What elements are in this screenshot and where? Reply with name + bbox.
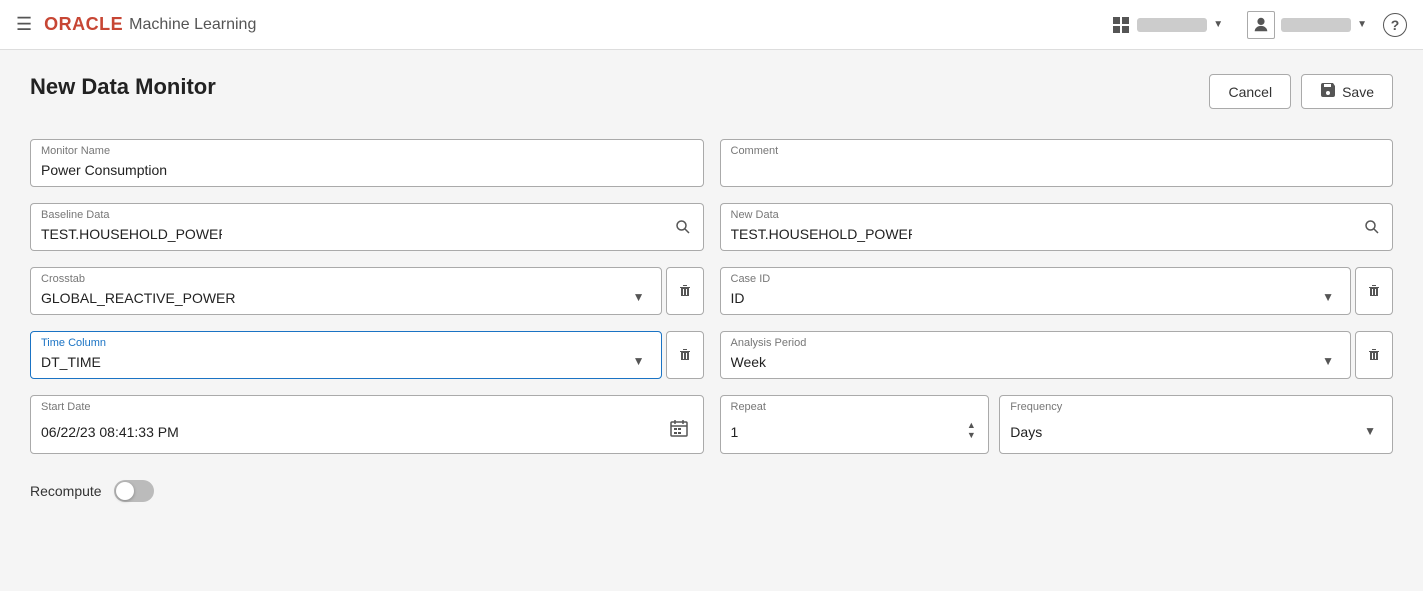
save-button[interactable]: Save [1301,74,1393,109]
crosstab-label: Crosstab [41,273,85,285]
frequency-label: Frequency [1010,401,1062,413]
page-header: New Data Monitor Cancel Save [30,74,1393,109]
apps-button[interactable]: ▼ [1103,11,1231,39]
analysis-period-delete-button[interactable] [1355,331,1393,379]
analysis-period-label: Analysis Period [731,337,807,349]
repeat-stepper-controls: ▲ ▼ [964,421,978,440]
page-title: New Data Monitor [30,74,216,100]
analysis-period-input[interactable] [731,354,1317,370]
page-content: New Data Monitor Cancel Save Monitor Nam… [0,50,1423,526]
repeat-decrement-button[interactable]: ▼ [964,431,978,440]
trash-icon [1366,347,1382,363]
user-menu-button[interactable]: ▼ [1247,11,1367,39]
recompute-toggle[interactable] [114,480,154,502]
save-label: Save [1342,84,1374,100]
save-disk-icon [1320,82,1336,101]
monitor-name-field: Monitor Name [30,139,704,187]
trash-icon [677,283,693,299]
apps-chevron-icon: ▼ [1213,19,1223,30]
monitor-name-label: Monitor Name [41,145,110,157]
analysis-period-dropdown: Analysis Period ▼ [720,331,1352,379]
analysis-period-field: Analysis Period ▼ [720,331,1394,379]
time-column-field: Time Column ▼ [30,331,704,379]
new-data-field: New Data [720,203,1394,251]
baseline-data-label: Baseline Data [41,209,110,221]
help-button[interactable]: ? [1383,13,1407,37]
crosstab-dropdown-button[interactable]: ▼ [627,290,651,304]
comment-input[interactable] [731,162,1383,178]
time-column-delete-button[interactable] [666,331,704,379]
menu-icon[interactable]: ☰ [16,14,32,35]
comment-label: Comment [731,145,779,157]
app-header: ☰ ORACLE Machine Learning ▼ ▼ ? [0,0,1423,50]
baseline-data-search-button[interactable] [663,203,704,251]
toggle-thumb [116,482,134,500]
trash-icon [677,347,693,363]
case-id-field: Case ID ▼ [720,267,1394,315]
frequency-input[interactable] [1010,424,1358,440]
new-data-label: New Data [731,209,779,221]
username-blurred [1281,18,1351,32]
start-date-input[interactable] [41,424,665,440]
baseline-data-field: Baseline Data [30,203,704,251]
user-chevron-icon: ▼ [1357,19,1367,30]
new-data-input[interactable] [731,226,912,242]
header-right-area: ▼ ▼ ? [1103,11,1407,39]
calendar-icon [669,418,689,438]
trash-icon [1366,283,1382,299]
recompute-label: Recompute [30,483,102,499]
comment-field: Comment [720,139,1394,187]
cancel-button[interactable]: Cancel [1209,74,1291,109]
page-actions: Cancel Save [1209,74,1393,109]
new-data-search-button[interactable] [1352,203,1393,251]
analysis-period-dropdown-button[interactable]: ▼ [1316,354,1340,368]
crosstab-dropdown: Crosstab ▼ [30,267,662,315]
search-icon [1364,219,1380,235]
oracle-wordmark: ORACLE [44,14,123,35]
start-date-field: Start Date [30,395,704,454]
frequency-field: Frequency ▼ [999,395,1393,454]
case-id-delete-button[interactable] [1355,267,1393,315]
time-column-dropdown: Time Column ▼ [30,331,662,379]
start-date-label: Start Date [41,401,91,413]
time-column-input[interactable] [41,354,627,370]
case-id-label: Case ID [731,273,771,285]
frequency-dropdown-button[interactable]: ▼ [1358,424,1382,438]
baseline-data-inner: Baseline Data [30,203,663,251]
grid-icon [1111,15,1131,35]
case-id-input[interactable] [731,290,1317,306]
new-data-inner: New Data [720,203,1353,251]
ml-wordmark: Machine Learning [129,16,256,34]
search-icon [675,219,691,235]
case-id-dropdown: Case ID ▼ [720,267,1352,315]
recompute-row: Recompute [30,480,704,502]
repeat-frequency-row: Repeat ▲ ▼ Frequency ▼ [720,395,1394,454]
case-id-dropdown-button[interactable]: ▼ [1316,290,1340,304]
crosstab-delete-button[interactable] [666,267,704,315]
repeat-label: Repeat [731,401,766,413]
repeat-input[interactable] [731,424,965,440]
apps-label-blurred [1137,18,1207,32]
user-avatar-icon [1247,11,1275,39]
crosstab-input[interactable] [41,290,627,306]
repeat-increment-button[interactable]: ▲ [964,421,978,430]
baseline-data-input[interactable] [41,226,222,242]
app-logo: ORACLE Machine Learning [44,14,256,35]
time-column-dropdown-button[interactable]: ▼ [627,354,651,368]
form-grid: Monitor Name Comment Baseline Data New D… [30,139,1393,502]
monitor-name-input[interactable] [41,162,693,178]
crosstab-field: Crosstab ▼ [30,267,704,315]
repeat-field: Repeat ▲ ▼ [720,395,990,454]
time-column-label: Time Column [41,337,106,349]
start-date-calendar-button[interactable] [665,416,693,445]
